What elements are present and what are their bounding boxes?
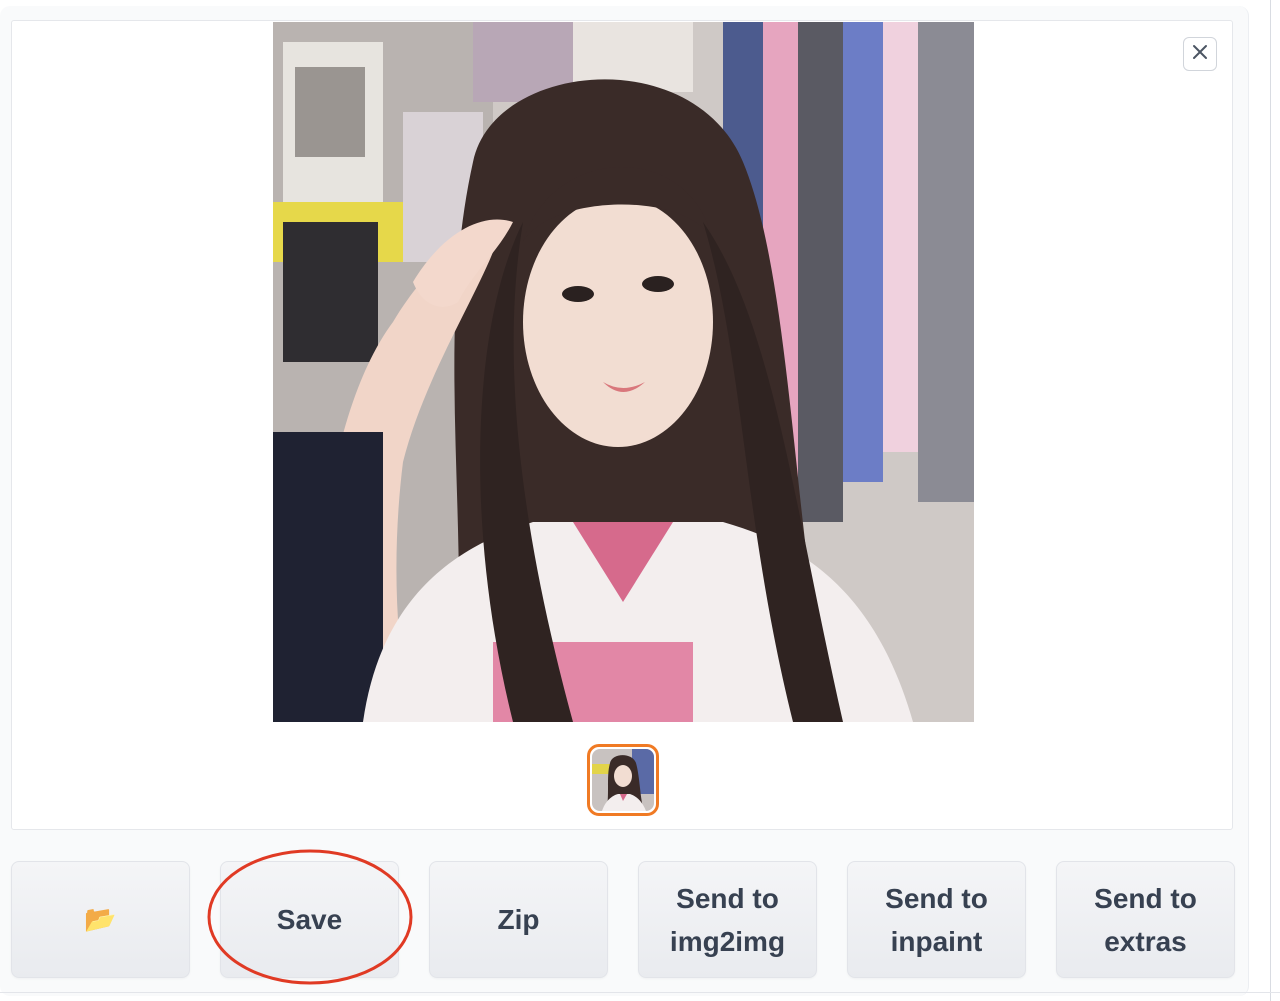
send-to-img2img-button[interactable]: Send to img2img [638, 861, 817, 978]
send-to-extras-label: Send to extras [1094, 877, 1197, 963]
zip-button[interactable]: Zip [429, 861, 608, 978]
send-to-inpaint-line2: inpaint [890, 925, 983, 957]
page: 📂 Save Zip Send to img2img Send to inpai… [0, 0, 1280, 1001]
preview-image[interactable] [273, 22, 974, 722]
send-to-inpaint-button[interactable]: Send to inpaint [847, 861, 1026, 978]
thumbnail-image [592, 749, 654, 811]
gallery-thumbnail[interactable] [587, 744, 659, 816]
send-to-inpaint-line1: Send to [885, 882, 988, 914]
open-folder-button[interactable]: 📂 [11, 861, 190, 978]
scrollbar-edge [1270, 0, 1271, 1001]
send-to-extras-button[interactable]: Send to extras [1056, 861, 1235, 978]
close-button[interactable] [1183, 37, 1217, 71]
send-to-extras-line1: Send to [1094, 882, 1197, 914]
send-to-img2img-line1: Send to [676, 882, 779, 914]
save-button[interactable]: Save [220, 861, 399, 978]
zip-button-label: Zip [497, 904, 540, 935]
send-to-inpaint-label: Send to inpaint [885, 877, 988, 963]
image-gallery [11, 20, 1233, 830]
save-button-label: Save [276, 904, 343, 935]
send-to-extras-line2: extras [1104, 925, 1187, 957]
close-icon [1191, 43, 1209, 66]
folder-icon: 📂 [84, 904, 117, 934]
send-to-img2img-label: Send to img2img [670, 877, 785, 963]
divider [0, 992, 1280, 993]
send-to-img2img-line2: img2img [669, 925, 786, 957]
